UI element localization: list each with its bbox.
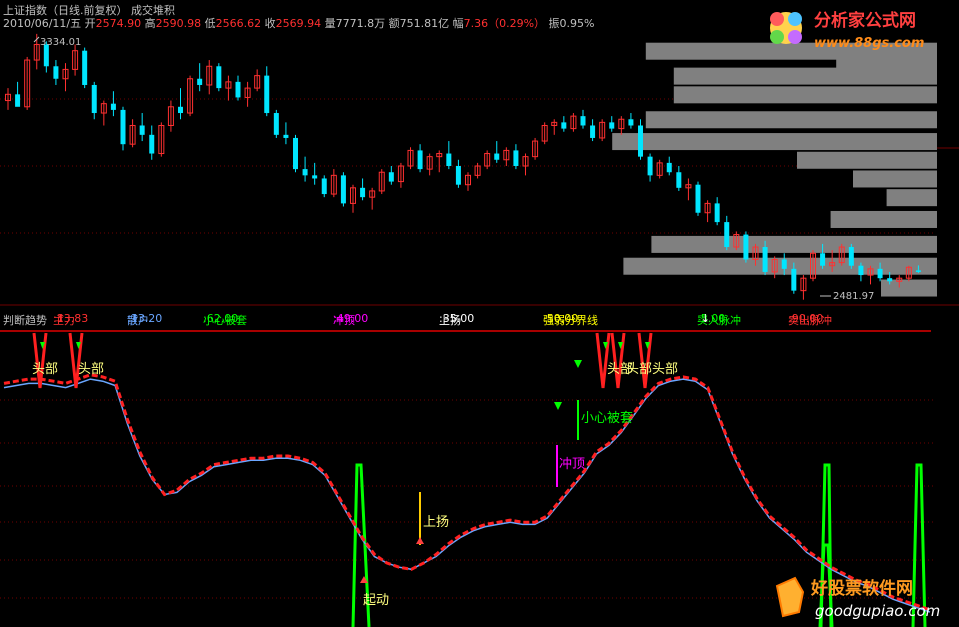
candle-body	[178, 106, 183, 114]
candle-body	[82, 50, 88, 85]
volume-bar	[853, 170, 937, 188]
candle-body	[609, 122, 615, 129]
candle-body	[340, 175, 346, 204]
candle-body	[273, 113, 279, 135]
rise-label: 上扬	[423, 515, 449, 530]
legend-buy: 买入脉冲:5.00 ↓	[697, 312, 741, 327]
candle-body	[216, 66, 222, 89]
candle-body	[762, 247, 768, 272]
volume-bar	[673, 86, 937, 104]
candle-body	[293, 137, 298, 170]
candle-body	[15, 94, 21, 107]
candle-body	[321, 178, 327, 195]
candle-body	[120, 109, 126, 145]
candle-body	[887, 278, 893, 282]
candle-body	[590, 125, 596, 138]
volume-bar	[612, 133, 937, 151]
candle-body	[235, 81, 241, 98]
candle-body	[743, 234, 749, 260]
candle-body	[877, 268, 883, 279]
careful-label: 小心被套	[581, 410, 633, 426]
indicator-grid	[0, 399, 935, 599]
candle-body	[302, 169, 308, 176]
candle-body	[791, 268, 797, 291]
candle-body	[110, 103, 116, 110]
legend-sell: 卖出脉冲:90.00	[788, 312, 832, 327]
top-label-5: 头部	[652, 362, 678, 377]
min-price-label: 2481.97	[833, 291, 874, 302]
up-arrow-icon	[416, 537, 424, 544]
top-label-2: 头部	[78, 362, 104, 377]
candle-body	[149, 134, 155, 154]
candle-body	[53, 66, 59, 79]
candle-body	[628, 119, 634, 126]
candle-body	[264, 75, 270, 114]
volume-bar	[886, 189, 937, 207]
candle-body	[494, 153, 500, 160]
top-spike	[595, 332, 611, 389]
candle-body	[580, 116, 586, 126]
candle-body	[417, 150, 423, 170]
candle-body	[724, 222, 730, 248]
top-spike	[637, 332, 653, 389]
candle-body	[446, 153, 452, 166]
down-arrow-icon	[554, 402, 562, 410]
candle-body	[676, 172, 682, 188]
volume-bar	[836, 52, 937, 70]
logo-top-url: www.88gs.com	[814, 36, 924, 51]
candle-body	[781, 259, 787, 269]
candle-body	[848, 247, 854, 266]
candle-body	[638, 125, 643, 157]
volume-bar	[645, 111, 937, 129]
candle-body	[666, 162, 672, 173]
indicator-name: 判断趋势	[3, 314, 47, 327]
candle-body	[561, 122, 567, 129]
legend-main: 主力:13.83 ↑	[53, 312, 89, 327]
logo-top-text: 分析家公式网	[814, 10, 916, 31]
candle-body	[312, 175, 318, 179]
top-spike	[610, 332, 626, 389]
candle-body	[197, 78, 203, 85]
candle-body	[714, 203, 720, 223]
candle-body	[388, 172, 394, 182]
candle-body	[647, 156, 653, 176]
logo-bottom-text: 好股票软件网	[810, 578, 913, 599]
volume-bar	[830, 210, 937, 228]
candle-body	[820, 253, 826, 266]
candle-body	[360, 187, 366, 198]
watermark-logo-top: 分析家公式网 www.88gs.com	[770, 10, 924, 51]
candle-body	[139, 125, 145, 135]
legend-surge: 冲顶:49.00	[333, 312, 369, 327]
legend-careful: 小心被套:62.00	[203, 312, 247, 327]
volume-bar	[673, 67, 937, 85]
start-label: 起动	[363, 593, 389, 608]
top-label-4: 头部	[626, 362, 652, 377]
candle-body	[283, 134, 289, 138]
volume-bar	[651, 235, 937, 253]
legend-divider: 强弱分界线:50.00	[543, 312, 598, 327]
down-arrow-icon	[574, 360, 582, 368]
candle-body	[455, 166, 461, 185]
legend-retail: 散户:13.20 ↑	[127, 312, 163, 327]
volume-bar	[797, 151, 937, 169]
candle-body	[91, 84, 97, 114]
logo-bottom-url: goodgupiao.com	[815, 602, 940, 620]
legend-rise: 上扬:35.00	[439, 312, 475, 327]
candle-body	[858, 265, 864, 276]
watermark-logo-bottom: 好股票软件网 goodgupiao.com	[775, 576, 940, 620]
candle-body	[915, 270, 921, 272]
top-label-1: 头部	[32, 362, 58, 377]
candle-body	[513, 150, 519, 166]
candle-body	[695, 184, 701, 213]
max-price-label: 3334.01	[40, 37, 81, 48]
surge-label: 冲顶	[559, 457, 585, 472]
